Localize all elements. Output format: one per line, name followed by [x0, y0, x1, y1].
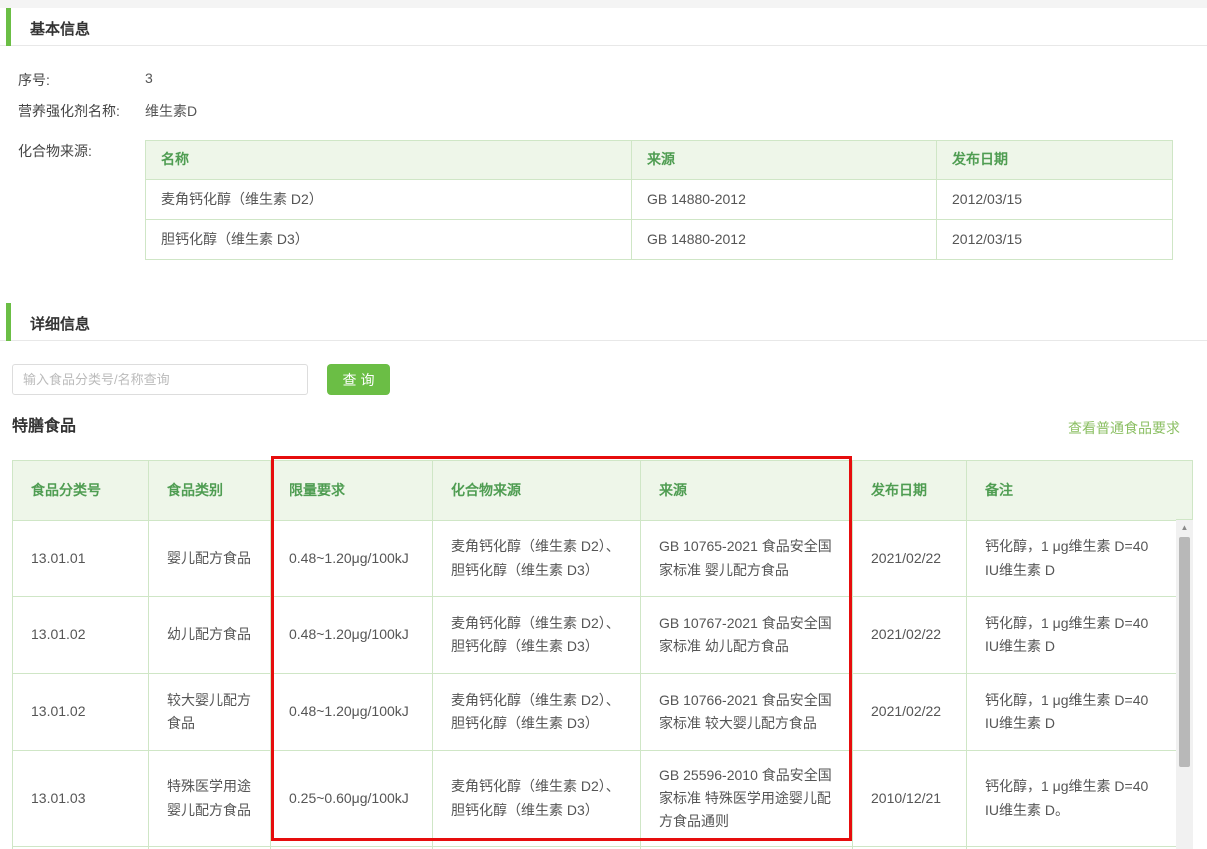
remark-cell: 钙化醇，1 μg维生素 D=40 IU维生素 D。: [967, 751, 1177, 847]
special-food-title: 特膳食品: [12, 412, 76, 436]
column-header: 来源: [632, 141, 937, 180]
remark-cell: 钙化醇，1 μg维生素 D=40 IU维生素 D: [967, 597, 1177, 674]
search-input[interactable]: [12, 364, 308, 395]
section-accent-bar: [6, 303, 11, 341]
column-header: 化合物来源: [433, 461, 641, 521]
scrollbar-thumb[interactable]: [1179, 537, 1190, 767]
compound-cell: 麦角钙化醇（维生素 D2）、胆钙化醇（维生素 D3）: [433, 751, 641, 847]
special-food-table: 食品分类号 食品类别 限量要求 化合物来源 来源 发布日期 备注 13.01.0…: [12, 460, 1177, 849]
source-cell: GB 10765-2021 食品安全国家标准 婴儿配方食品: [641, 521, 853, 597]
view-general-food-link[interactable]: 查看普通食品要求: [1068, 418, 1180, 438]
serial-label: 序号:: [18, 70, 50, 90]
fortifier-name-label: 营养强化剂名称:: [18, 101, 120, 121]
source-cell: GB 25596-2010 食品安全国家标准 特殊医学用途婴儿配方食品通则: [641, 751, 853, 847]
column-header: 发布日期: [937, 141, 1173, 180]
limit-cell: 0.25~0.60μg/100kJ: [271, 751, 433, 847]
table-scrollbar: ▲: [1176, 460, 1193, 849]
table-header-row: 食品分类号 食品类别 限量要求 化合物来源 来源 发布日期 备注: [13, 461, 1177, 521]
category-cell: 较大婴儿配方食品: [149, 674, 271, 751]
category-cell: 婴儿配方食品: [149, 521, 271, 597]
scroll-up-arrow-icon[interactable]: ▲: [1176, 520, 1193, 536]
table-row: 胆钙化醇（维生素 D3） GB 14880-2012 2012/03/15: [146, 220, 1173, 260]
table-header-row: 名称 来源 发布日期: [146, 141, 1173, 180]
table-row: 13.01.01 婴儿配方食品 0.48~1.20μg/100kJ 麦角钙化醇（…: [13, 521, 1177, 597]
table-row: 13.01.03 特殊医学用途婴儿配方食品 0.25~0.60μg/100kJ …: [13, 751, 1177, 847]
category-cell: 幼儿配方食品: [149, 597, 271, 674]
fortifier-name-value: 维生素D: [145, 101, 197, 121]
source-cell: GB 10766-2021 食品安全国家标准 较大婴儿配方食品: [641, 674, 853, 751]
table-row: 13.01.02 较大婴儿配方食品 0.48~1.20μg/100kJ 麦角钙化…: [13, 674, 1177, 751]
limit-cell: 0.48~1.20μg/100kJ: [271, 597, 433, 674]
source-cell: GB 10767-2021 食品安全国家标准 幼儿配方食品: [641, 597, 853, 674]
column-header: 限量要求: [271, 461, 433, 521]
date-cell: 2012/03/15: [937, 180, 1173, 220]
code-cell: 13.01.02: [13, 597, 149, 674]
date-cell: 2021/02/22: [853, 674, 967, 751]
column-header: 发布日期: [853, 461, 967, 521]
section-accent-bar: [6, 8, 11, 46]
category-cell: 特殊医学用途婴儿配方食品: [149, 751, 271, 847]
column-header: 备注: [967, 461, 1177, 521]
code-cell: 13.01.03: [13, 751, 149, 847]
detail-info-section-header: 详细信息: [0, 303, 1207, 341]
scrollbar-header-cap: [1176, 460, 1193, 520]
compound-source-table: 名称 来源 发布日期 麦角钙化醇（维生素 D2） GB 14880-2012 2…: [145, 140, 1173, 260]
limit-cell: 0.48~1.20μg/100kJ: [271, 521, 433, 597]
table-row: 13.01.02 幼儿配方食品 0.48~1.20μg/100kJ 麦角钙化醇（…: [13, 597, 1177, 674]
date-cell: 2021/02/22: [853, 597, 967, 674]
limit-cell: 0.48~1.20μg/100kJ: [271, 674, 433, 751]
serial-value: 3: [145, 70, 153, 86]
compound-source-label: 化合物来源:: [18, 141, 92, 161]
date-cell: 2010/12/21: [853, 751, 967, 847]
remark-cell: 钙化醇，1 μg维生素 D=40 IU维生素 D: [967, 521, 1177, 597]
compound-cell: 麦角钙化醇（维生素 D2）、胆钙化醇（维生素 D3）: [433, 521, 641, 597]
source-cell: GB 14880-2012: [632, 220, 937, 260]
basic-info-section-header: 基本信息: [0, 8, 1207, 46]
date-cell: 2021/02/22: [853, 521, 967, 597]
column-header: 食品类别: [149, 461, 271, 521]
column-header: 名称: [146, 141, 632, 180]
date-cell: 2012/03/15: [937, 220, 1173, 260]
table-row: 麦角钙化醇（维生素 D2） GB 14880-2012 2012/03/15: [146, 180, 1173, 220]
column-header: 来源: [641, 461, 853, 521]
basic-info-title: 基本信息: [30, 18, 90, 39]
compound-name-cell: 麦角钙化醇（维生素 D2）: [146, 180, 632, 220]
code-cell: 13.01.02: [13, 674, 149, 751]
top-strip: [0, 0, 1207, 8]
compound-name-cell: 胆钙化醇（维生素 D3）: [146, 220, 632, 260]
remark-cell: 钙化醇，1 μg维生素 D=40 IU维生素 D: [967, 674, 1177, 751]
column-header: 食品分类号: [13, 461, 149, 521]
page: 基本信息 序号: 3 营养强化剂名称: 维生素D 化合物来源: 名称 来源 发布…: [0, 0, 1207, 849]
source-cell: GB 14880-2012: [632, 180, 937, 220]
detail-info-title: 详细信息: [30, 313, 90, 334]
search-button[interactable]: 查询: [327, 364, 390, 395]
compound-cell: 麦角钙化醇（维生素 D2）、胆钙化醇（维生素 D3）: [433, 674, 641, 751]
compound-cell: 麦角钙化醇（维生素 D2）、胆钙化醇（维生素 D3）: [433, 597, 641, 674]
special-food-table-wrap: 食品分类号 食品类别 限量要求 化合物来源 来源 发布日期 备注 13.01.0…: [12, 460, 1193, 849]
code-cell: 13.01.01: [13, 521, 149, 597]
